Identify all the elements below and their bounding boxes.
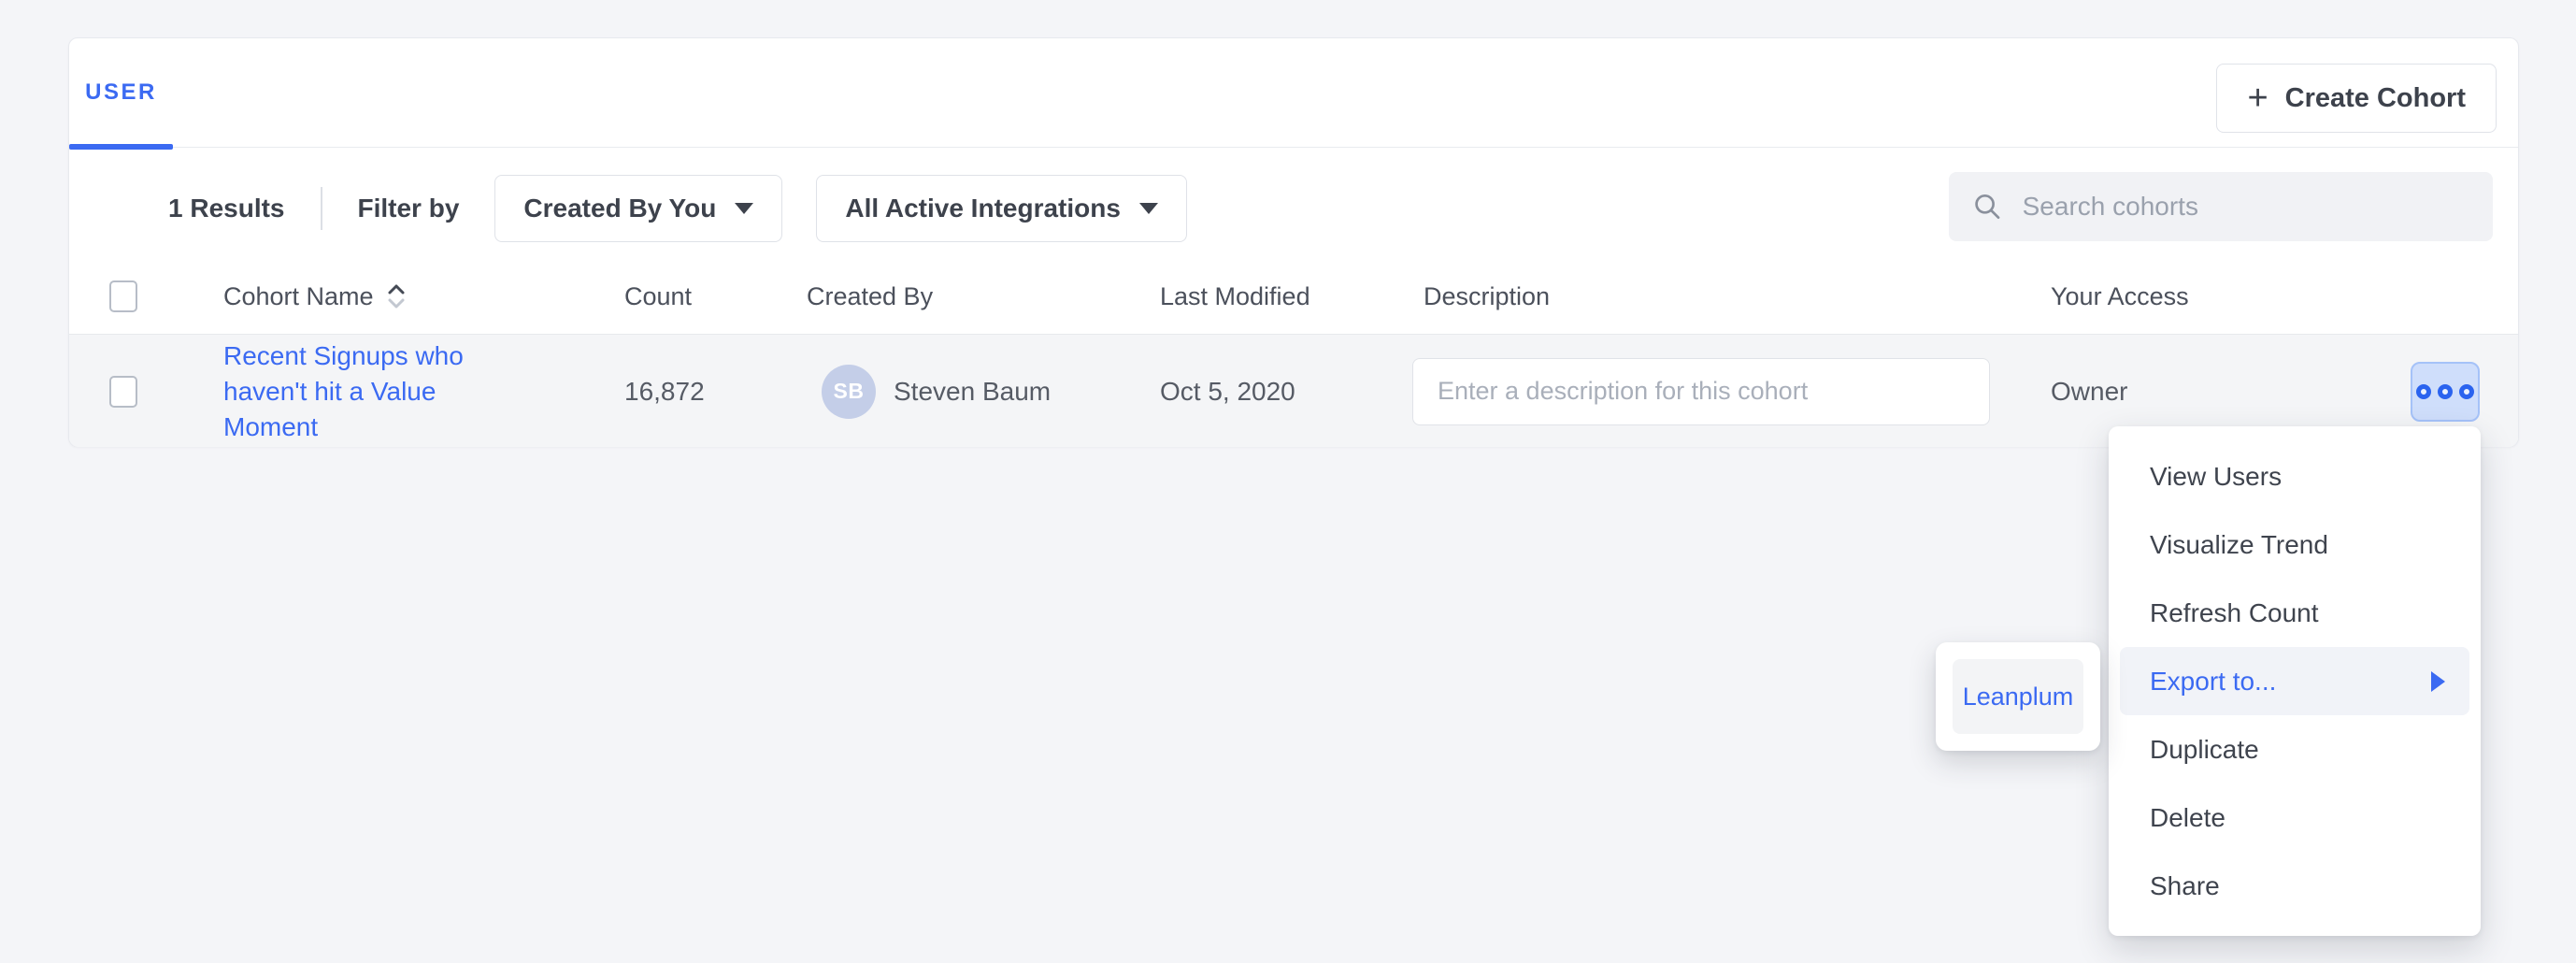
row-checkbox[interactable] — [109, 376, 137, 408]
description-cell — [1412, 335, 1990, 448]
filter-bar: 1 Results Filter by Created By You All A… — [168, 175, 1221, 242]
search-cohorts-box — [1949, 172, 2493, 241]
menu-item-duplicate[interactable]: Duplicate — [2120, 715, 2469, 783]
cohort-name-link[interactable]: Recent Signups who haven't hit a Value M… — [223, 338, 474, 445]
sort-icon[interactable] — [385, 283, 408, 309]
divider — [321, 187, 322, 230]
caret-down-icon — [735, 203, 753, 214]
menu-item-view-users[interactable]: View Users — [2120, 442, 2469, 510]
search-icon — [1973, 191, 2002, 223]
search-input[interactable] — [2023, 192, 2469, 222]
create-cohort-button[interactable]: + Create Cohort — [2216, 64, 2497, 133]
tab-user[interactable]: USER — [69, 38, 173, 147]
row-actions-menu: View Users Visualize Trend Refresh Count… — [2109, 426, 2481, 936]
created-by-dropdown-value: Created By You — [523, 194, 716, 223]
create-cohort-label: Create Cohort — [2285, 83, 2466, 114]
cohort-name-cell: Recent Signups who haven't hit a Value M… — [223, 335, 474, 448]
table-header: Cohort Name Count Created By Last Modifi… — [69, 259, 2518, 334]
count-cell: 16,872 — [624, 335, 705, 448]
export-submenu: Leanplum — [1936, 642, 2100, 751]
cohorts-panel: USER + Create Cohort 1 Results Filter by… — [68, 37, 2519, 447]
tab-bar: USER + Create Cohort — [69, 38, 2518, 148]
menu-item-export-to-label: Export to... — [2150, 667, 2276, 697]
column-cohort-name[interactable]: Cohort Name — [223, 259, 408, 334]
column-description: Description — [1424, 259, 1550, 334]
last-modified-cell: Oct 5, 2020 — [1160, 335, 1295, 448]
menu-item-visualize-trend[interactable]: Visualize Trend — [2120, 510, 2469, 579]
integrations-dropdown-value: All Active Integrations — [845, 194, 1121, 223]
submenu-arrow-icon — [2431, 671, 2445, 692]
ellipsis-icon — [2416, 384, 2431, 399]
select-all-checkbox[interactable] — [109, 280, 137, 312]
row-checkbox-wrapper — [109, 335, 137, 448]
column-created-by: Created By — [807, 259, 933, 334]
menu-item-share[interactable]: Share — [2120, 852, 2469, 920]
created-by-cell: Steven Baum — [894, 335, 1051, 448]
description-input[interactable] — [1412, 358, 1990, 425]
avatar-wrapper: SB — [822, 335, 876, 448]
column-count: Count — [624, 259, 692, 334]
column-your-access: Your Access — [2051, 259, 2189, 334]
integrations-dropdown[interactable]: All Active Integrations — [816, 175, 1187, 242]
select-all-wrapper — [109, 259, 137, 334]
filter-by-label: Filter by — [358, 194, 460, 223]
plus-icon: + — [2247, 80, 2268, 116]
caret-down-icon — [1139, 203, 1158, 214]
row-actions-button[interactable] — [2411, 362, 2480, 422]
column-last-modified: Last Modified — [1160, 259, 1310, 334]
menu-item-delete[interactable]: Delete — [2120, 783, 2469, 852]
avatar: SB — [822, 365, 876, 419]
submenu-item-leanplum[interactable]: Leanplum — [1953, 659, 2083, 734]
active-tab-underline — [69, 144, 173, 150]
menu-item-export-to[interactable]: Export to... — [2120, 647, 2469, 715]
column-cohort-name-label: Cohort Name — [223, 282, 374, 311]
created-by-dropdown[interactable]: Created By You — [494, 175, 782, 242]
results-count: 1 Results — [168, 194, 285, 223]
menu-item-refresh-count[interactable]: Refresh Count — [2120, 579, 2469, 647]
ellipsis-icon — [2438, 384, 2453, 399]
ellipsis-icon — [2459, 384, 2474, 399]
